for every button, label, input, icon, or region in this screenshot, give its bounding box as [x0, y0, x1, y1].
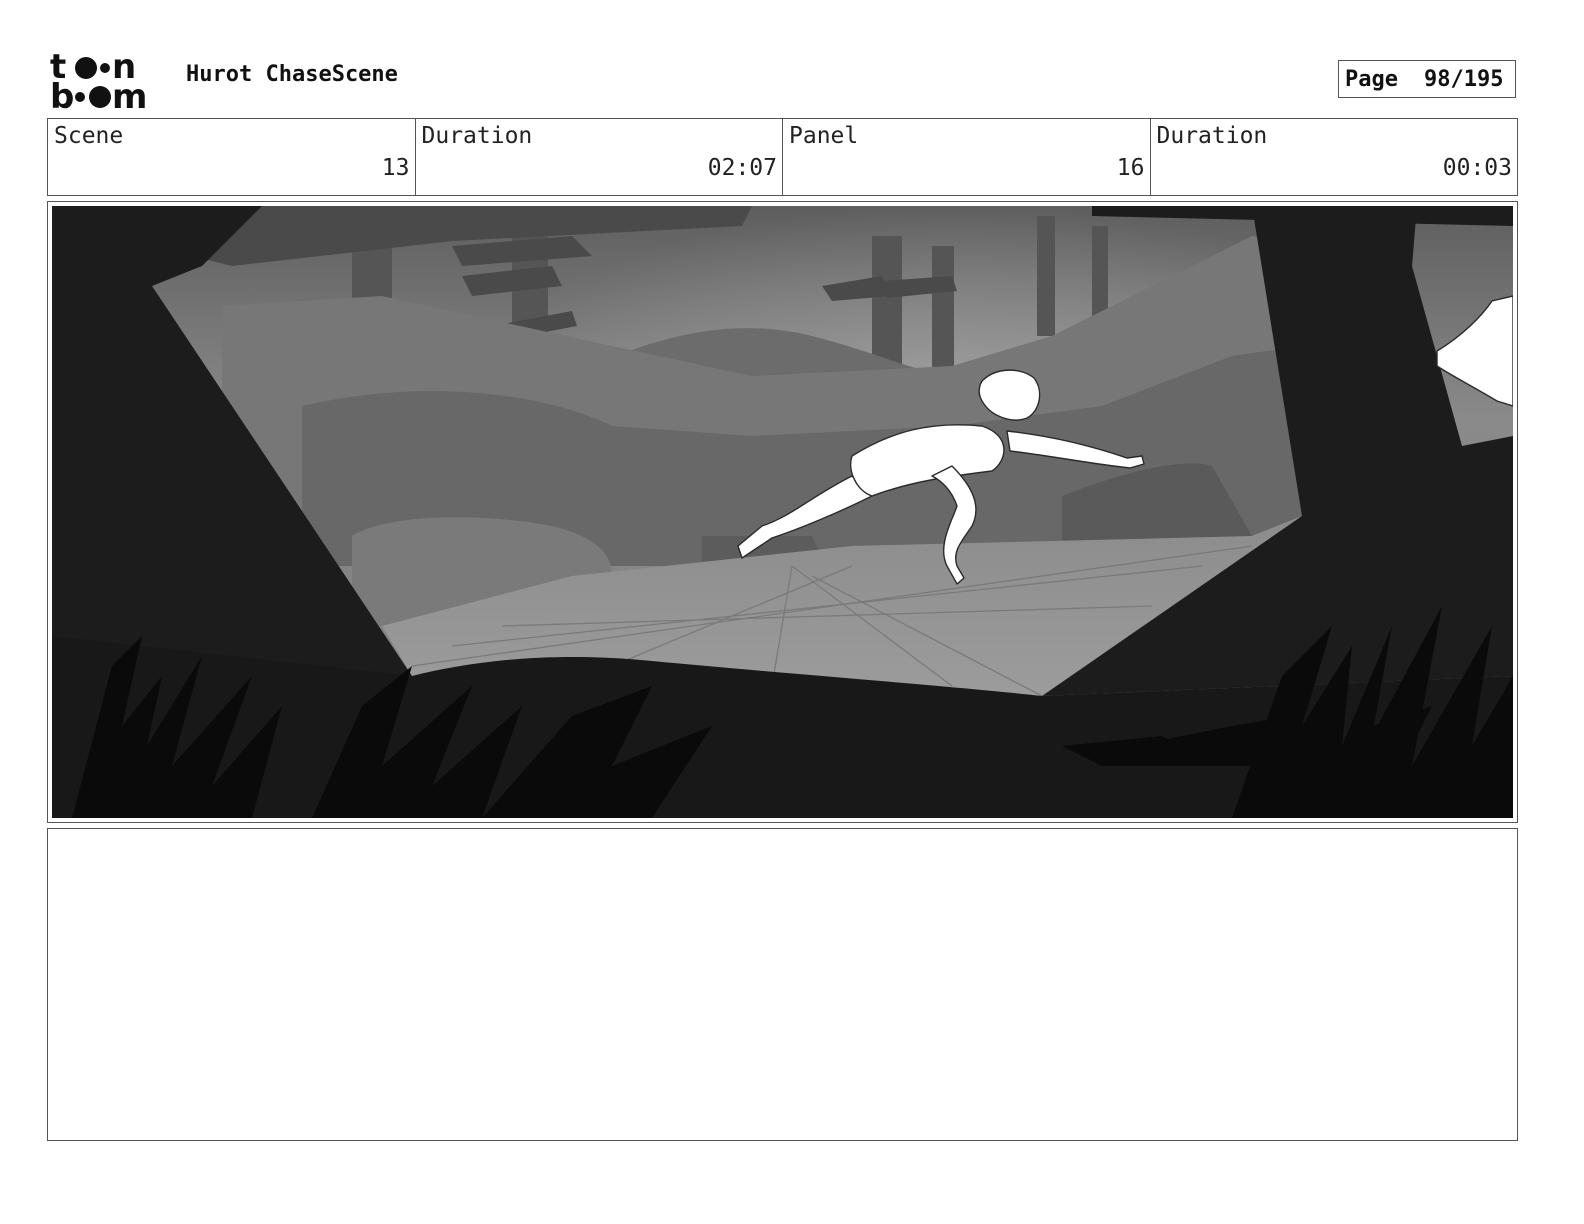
scene-duration-value: 02:07: [707, 155, 777, 181]
logo-dot-small-2: [75, 92, 85, 102]
page-number: 98/195: [1423, 66, 1504, 92]
panel-notes-box[interactable]: [47, 828, 1518, 1141]
panel-duration-label: Duration: [1156, 123, 1268, 149]
storyboard-panel-image: [52, 206, 1513, 818]
panel-frame: [47, 201, 1518, 823]
logo-dot-small: [100, 63, 110, 73]
project-title: Hurot ChaseScene: [186, 62, 398, 87]
scene-duration-label: Duration: [421, 123, 533, 149]
toon-boom-logo-icon: t n b m: [50, 50, 147, 112]
panel-label: Panel: [789, 123, 859, 149]
panel-value: 16: [1116, 155, 1145, 181]
panel-cell: Panel 16: [783, 119, 1151, 195]
scene-cell: Scene 13: [48, 119, 416, 195]
logo-letter-b: b: [50, 77, 74, 112]
page-label: Page: [1345, 66, 1398, 92]
logo-letter-m: m: [112, 77, 147, 112]
scene-duration-cell: Duration 02:07: [416, 119, 783, 195]
panel-duration-value: 00:03: [1442, 155, 1512, 181]
panel-duration-cell: Duration 00:03: [1151, 119, 1518, 195]
logo-dot-big-2: [89, 86, 111, 108]
logo-dot-big: [75, 57, 97, 79]
page-indicator: Page 98/195: [1338, 60, 1516, 98]
scene-info-table: Scene 13 Duration 02:07 Panel 16 Duratio…: [47, 118, 1518, 196]
scene-value: 13: [381, 155, 410, 181]
scene-label: Scene: [54, 123, 124, 149]
